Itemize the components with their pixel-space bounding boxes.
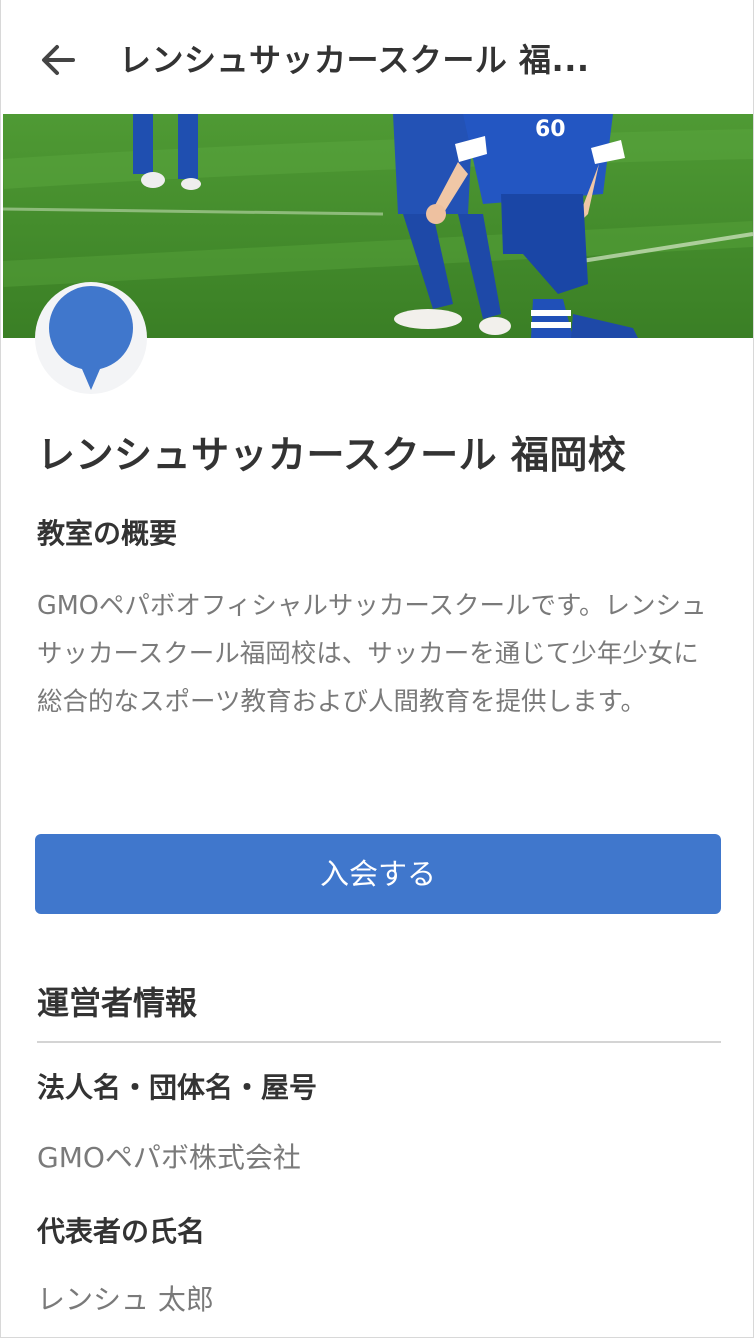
section-divider	[37, 1041, 721, 1043]
school-logo	[35, 282, 147, 394]
arrow-left-icon	[42, 45, 75, 75]
join-button[interactable]: 入会する	[35, 834, 721, 914]
representative-value: レンシュ 太郎	[37, 1283, 214, 1316]
back-button[interactable]	[37, 38, 81, 82]
speech-bubble-icon	[49, 286, 133, 390]
operator-heading: 運営者情報	[37, 984, 198, 1022]
overview-text: GMOペパボオフィシャルサッカースクールです。レンシュサッカースクール福岡校は、…	[37, 591, 707, 717]
page-frame: レンシュサッカースクール 福... 60 レンシュサッカースクール 福岡校 教室…	[0, 0, 754, 1338]
page-title: レンシュサッカースクール 福...	[119, 41, 590, 79]
school-name: レンシュサッカースクール 福岡校	[37, 433, 627, 477]
corp-name-value: GMOペパボ株式会社	[37, 1141, 301, 1174]
jersey-number: 60	[535, 117, 566, 142]
corp-name-label: 法人名・団体名・屋号	[37, 1071, 318, 1104]
representative-label: 代表者の氏名	[37, 1215, 206, 1248]
app-header: レンシュサッカースクール 福...	[1, 0, 753, 114]
overview-heading: 教室の概要	[37, 517, 178, 550]
